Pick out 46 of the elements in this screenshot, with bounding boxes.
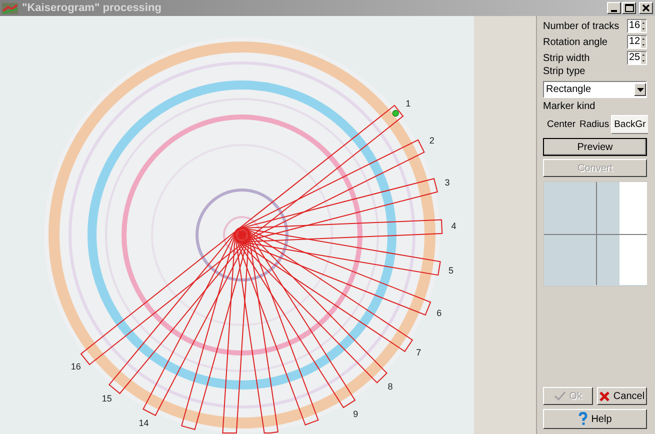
marker-handle[interactable] xyxy=(392,110,399,117)
dialog-button[interactable]: Help xyxy=(543,409,647,429)
app-icon xyxy=(2,2,18,14)
up-arrow-icon[interactable] xyxy=(640,20,646,26)
marker-tab[interactable]: Radius xyxy=(578,115,612,134)
field-label: Marker kind xyxy=(543,101,596,112)
question-mark-icon xyxy=(578,412,588,426)
down-arrow-icon[interactable] xyxy=(640,26,646,32)
track-label: 6 xyxy=(436,308,442,318)
spin-field[interactable]: 12 xyxy=(627,35,647,49)
action-button[interactable]: Preview xyxy=(543,138,647,156)
track-label: 15 xyxy=(102,393,112,404)
center-marker-icon xyxy=(234,227,250,243)
maximize-icon xyxy=(624,4,634,12)
down-arrow-icon[interactable] xyxy=(640,42,646,48)
track-label: 16 xyxy=(70,362,81,372)
field-label: Strip width xyxy=(543,52,590,64)
field-label: Number of tracks xyxy=(543,20,620,32)
maximize-button[interactable] xyxy=(622,2,636,14)
track-label: 3 xyxy=(444,177,450,188)
marker-tab[interactable]: BackGr xyxy=(611,115,648,134)
up-arrow-icon[interactable] xyxy=(640,36,646,42)
close-icon xyxy=(642,4,650,12)
down-arrow-icon[interactable] xyxy=(640,58,646,64)
track-label: 8 xyxy=(388,382,393,392)
check-icon xyxy=(554,391,566,401)
cross-icon xyxy=(599,390,610,402)
spin-field[interactable]: 25 xyxy=(627,51,647,65)
spin-field[interactable]: 16 xyxy=(627,19,647,33)
track-label: 2 xyxy=(429,136,434,146)
field-label: Rotation angle xyxy=(543,36,608,48)
track-label: 5 xyxy=(448,265,454,276)
close-button[interactable] xyxy=(639,2,653,14)
track-label: 9 xyxy=(353,409,358,419)
field-label: Strip type xyxy=(543,66,586,79)
minimize-button[interactable] xyxy=(607,2,621,14)
dialog-button[interactable]: Cancel xyxy=(597,387,647,405)
window-title: "Kaiserogram" processing xyxy=(22,2,162,14)
track-label: 1 xyxy=(406,98,411,108)
track-label: 4 xyxy=(451,221,456,232)
marker-tab[interactable]: Center xyxy=(545,115,578,134)
strip-type-dropdown[interactable]: Rectangle xyxy=(543,81,647,98)
track-label: 7 xyxy=(416,347,422,358)
up-arrow-icon[interactable] xyxy=(640,52,646,58)
track-label: 14 xyxy=(138,418,149,428)
caret-icon xyxy=(636,88,644,92)
